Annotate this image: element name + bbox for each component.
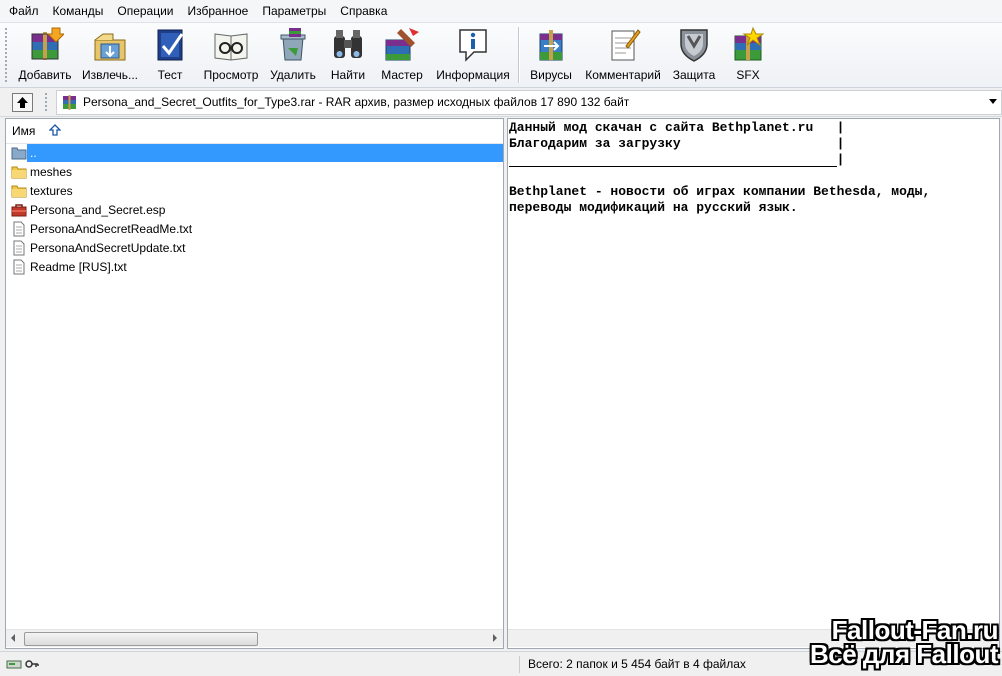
test-icon <box>157 29 184 61</box>
file-list-hscrollbar[interactable] <box>6 629 503 647</box>
file-name: PersonaAndSecretReadMe.txt <box>30 221 193 236</box>
menu-help[interactable]: Справка <box>333 0 394 22</box>
folder-icon <box>11 166 27 178</box>
watermark-line: Всё для Fallout <box>809 639 999 669</box>
test-label: Тест <box>157 68 183 82</box>
protect-shield-icon <box>680 29 708 62</box>
address-grip[interactable] <box>44 92 48 112</box>
view-icon <box>214 33 248 61</box>
rar-archive-icon <box>63 95 76 110</box>
address-text: Persona_and_Secret_Outfits_for_Type3.rar… <box>83 95 630 109</box>
info-label: Информация <box>436 68 510 82</box>
scroll-right-icon[interactable] <box>493 634 497 642</box>
sfx-label: SFX <box>736 68 760 82</box>
file-name: Persona_and_Secret.esp <box>30 202 166 217</box>
up-arrow-icon <box>17 97 28 108</box>
preview-line: Данный мод скачан с сайта Bethplanet.ru … <box>509 120 845 135</box>
preview-divider <box>509 166 837 167</box>
add-button[interactable]: Добавить <box>16 25 74 83</box>
file-list: .. meshes textures Persona_and_Secret.es… <box>6 143 503 276</box>
address-field[interactable]: Persona_and_Secret_Outfits_for_Type3.rar… <box>56 90 1002 115</box>
list-item-folder[interactable]: meshes <box>6 162 503 181</box>
text-file-icon <box>13 221 25 236</box>
wizard-label: Мастер <box>381 68 423 82</box>
add-label: Добавить <box>18 68 72 82</box>
menu-bar: Файл Команды Операции Избранное Параметр… <box>0 0 1002 23</box>
text-file-icon <box>13 240 25 255</box>
add-archive-icon <box>31 27 64 60</box>
comment-button[interactable]: Комментарий <box>582 25 664 83</box>
parent-folder-icon <box>11 147 27 159</box>
extract-icon <box>94 33 126 61</box>
list-item-folder[interactable]: textures <box>6 181 503 200</box>
file-list-pane: Имя .. meshes textures Persona_and_Secre… <box>5 118 504 649</box>
delete-button[interactable]: Удалить <box>267 25 319 83</box>
file-name: .. <box>29 145 38 160</box>
menu-favorites[interactable]: Избранное <box>181 0 256 22</box>
wizard-button[interactable]: Мастер <box>378 25 426 83</box>
drive-icon[interactable] <box>6 658 22 670</box>
up-folder-button[interactable] <box>12 93 33 112</box>
wizard-icon <box>385 28 419 61</box>
folder-icon <box>11 185 27 197</box>
protect-button[interactable]: Защита <box>670 25 718 83</box>
sfx-button[interactable]: SFX <box>726 25 770 83</box>
toolbar: Добавить Извлечь... Тест Просмотр Удалит… <box>0 23 1002 88</box>
delete-label: Удалить <box>270 68 316 82</box>
text-file-icon <box>13 259 25 274</box>
address-bar: Persona_and_Secret_Outfits_for_Type3.rar… <box>0 88 1002 117</box>
menu-options[interactable]: Параметры <box>255 0 333 22</box>
comment-icon <box>611 29 641 61</box>
virus-scan-label: Вирусы <box>530 68 572 82</box>
list-item-file[interactable]: PersonaAndSecretReadMe.txt <box>6 219 503 238</box>
view-label: Просмотр <box>203 68 259 82</box>
sort-up-icon[interactable] <box>49 124 61 137</box>
list-item-file[interactable]: PersonaAndSecretUpdate.txt <box>6 238 503 257</box>
info-button[interactable]: Информация <box>434 25 512 83</box>
scroll-thumb[interactable] <box>24 632 258 646</box>
menu-commands[interactable]: Команды <box>46 0 111 22</box>
file-name: PersonaAndSecretUpdate.txt <box>30 240 186 255</box>
comment-label: Комментарий <box>585 68 661 82</box>
virus-scan-button[interactable]: Вирусы <box>527 25 575 83</box>
info-icon <box>459 29 487 62</box>
status-summary: Всего: 2 папок и 5 454 байт в 4 файлах <box>519 656 746 673</box>
menu-operations[interactable]: Операции <box>110 0 180 22</box>
scroll-left-icon[interactable] <box>11 634 15 642</box>
list-item-file[interactable]: Persona_and_Secret.esp <box>6 200 503 219</box>
find-binoculars-icon <box>334 30 362 58</box>
selection-highlight <box>27 144 503 162</box>
menu-file[interactable]: Файл <box>0 0 46 22</box>
extract-label: Извлечь... <box>81 68 138 82</box>
virus-scan-icon <box>539 30 563 61</box>
preview-line: Bethplanet - новости об играх компании B… <box>509 184 931 199</box>
column-header: Имя <box>6 119 503 144</box>
key-icon[interactable] <box>25 658 39 670</box>
column-name-header[interactable]: Имя <box>12 124 35 138</box>
list-item-parent[interactable]: .. <box>6 143 503 162</box>
extract-button[interactable]: Извлечь... <box>80 25 140 83</box>
text-preview[interactable]: Данный мод скачан с сайта Bethplanet.ru … <box>508 119 999 629</box>
address-dropdown-icon[interactable] <box>989 99 997 104</box>
view-button[interactable]: Просмотр <box>200 25 262 83</box>
preview-line: переводы модификаций на русский язык. <box>509 200 798 215</box>
toolbar-grip[interactable] <box>4 27 8 83</box>
test-button[interactable]: Тест <box>150 25 190 83</box>
preview-pane: Данный мод скачан с сайта Bethplanet.ru … <box>507 118 1000 649</box>
find-label: Найти <box>330 68 366 82</box>
sfx-icon <box>734 26 765 61</box>
preview-line: Благодарим за загрузку | <box>509 136 845 151</box>
preview-line: | <box>509 152 845 167</box>
find-button[interactable]: Найти <box>327 25 369 83</box>
delete-icon <box>280 28 306 61</box>
status-icons <box>6 658 39 670</box>
list-item-file[interactable]: Readme [RUS].txt <box>6 257 503 276</box>
file-name: textures <box>30 183 73 198</box>
esp-plugin-icon <box>11 203 27 216</box>
file-name: meshes <box>30 164 73 179</box>
watermark: Fallout-Fan.ru Всё для Fallout <box>776 617 999 669</box>
file-name: Readme [RUS].txt <box>30 259 127 274</box>
toolbar-separator <box>518 27 520 83</box>
protect-label: Защита <box>672 68 716 82</box>
